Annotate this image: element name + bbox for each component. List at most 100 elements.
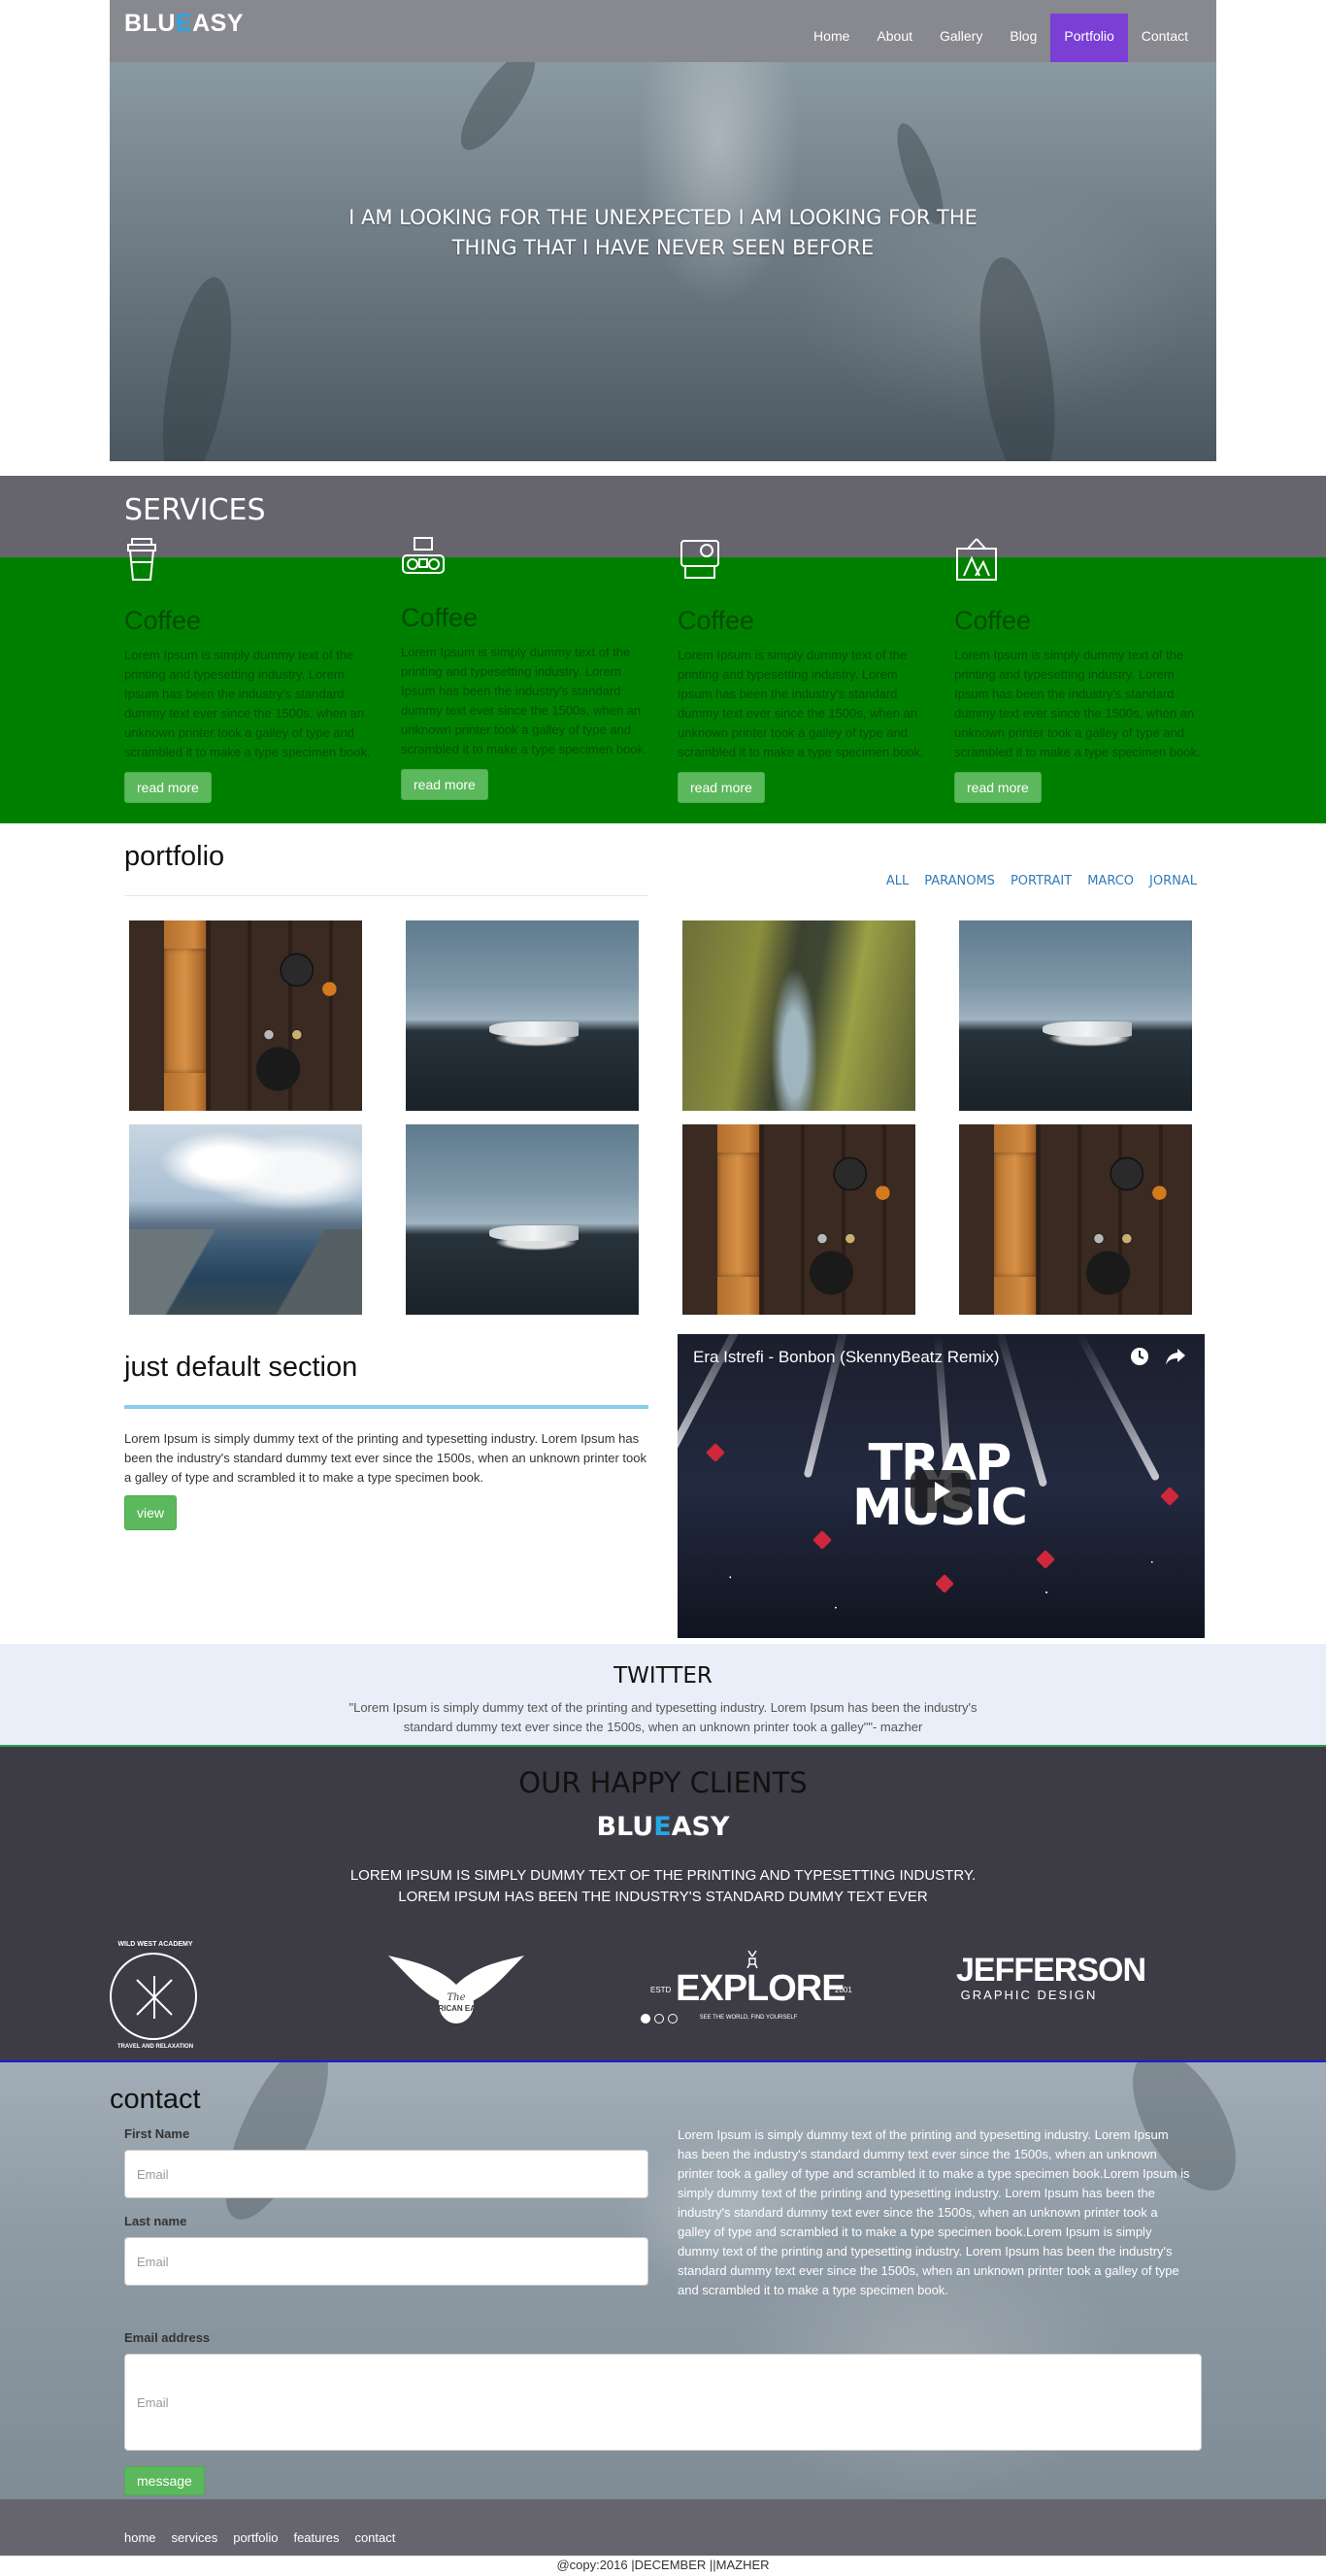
- eagle-text-name: AMERICAN EAGLE: [420, 2004, 492, 2013]
- service-text: Lorem Ipsum is simply dummy text of the …: [678, 648, 924, 759]
- video-jet: [1160, 1487, 1179, 1506]
- explore-wordmark: EXPLORE: [676, 1968, 846, 2009]
- share-arrow-icon[interactable]: [1164, 1346, 1187, 1367]
- footer-link-contact[interactable]: contact: [354, 2530, 395, 2545]
- nav-blog[interactable]: Blog: [996, 14, 1050, 62]
- video-embed[interactable]: Era Istrefi - Bonbon (SkennyBeatz Remix)…: [678, 1334, 1205, 1638]
- default-section-title: just default section: [124, 1352, 358, 1383]
- services-title: SERVICES: [124, 493, 266, 527]
- explore-year: 2001: [835, 1986, 852, 1994]
- hero-heading: I AM LOOKING FOR THE UNEXPECTED I AM LOO…: [110, 203, 1216, 263]
- filter-portrait[interactable]: PORTRAIT: [1011, 874, 1072, 888]
- explore-estd: ESTD: [650, 1986, 672, 1994]
- carousel-dot[interactable]: [641, 2014, 650, 2024]
- read-more-button[interactable]: read more: [954, 772, 1042, 803]
- picture-frame-icon: [956, 538, 997, 581]
- default-section-paragraph: Lorem Ipsum is simply dummy text of the …: [124, 1431, 646, 1485]
- clients-title: OUR HAPPY CLIENTS: [518, 1766, 808, 1799]
- default-section-text: Lorem Ipsum is simply dummy text of the …: [124, 1429, 648, 1530]
- nav-portfolio[interactable]: Portfolio: [1050, 14, 1128, 62]
- portfolio-image-food[interactable]: [682, 1124, 915, 1315]
- last-name-label: Last name: [124, 2214, 187, 2228]
- portfolio-image-food[interactable]: [129, 920, 362, 1111]
- nav-about[interactable]: About: [863, 14, 926, 62]
- play-button-icon[interactable]: [911, 1470, 971, 1513]
- eagle-wings-icon: [388, 1956, 524, 2024]
- wild-west-subtext: TRAVEL AND RELAXATION: [116, 2044, 194, 2050]
- read-more-button[interactable]: read more: [124, 772, 212, 803]
- explore-tagline: SEE THE WORLD, FIND YOURSELF: [699, 2015, 798, 2021]
- service-title: Coffee: [954, 606, 1032, 635]
- contact-title: contact: [110, 2084, 201, 2115]
- clients-logo: BLUEASY: [596, 1812, 730, 1842]
- portfolio-image-plane[interactable]: [406, 920, 639, 1111]
- service-card: Coffee Lorem Ipsum is simply dummy text …: [678, 537, 925, 803]
- portfolio-image-plane[interactable]: [406, 1124, 639, 1315]
- portfolio-filters: ALL PARANOMS PORTRAIT MARCO JORNAL: [886, 874, 1197, 888]
- contact-description: Lorem Ipsum is simply dummy text of the …: [678, 2127, 1190, 2297]
- view-button[interactable]: view: [124, 1495, 178, 1530]
- nav-home[interactable]: Home: [800, 14, 863, 62]
- jefferson-subtext: GRAPHIC DESIGN: [960, 1988, 1098, 2002]
- service-title: Coffee: [678, 606, 755, 635]
- service-card: Coffee Lorem Ipsum is simply dummy text …: [954, 537, 1202, 803]
- twitter-quote: "Lorem Ipsum is simply dummy text of the…: [348, 1700, 978, 1734]
- portfolio-image-fjord[interactable]: [129, 1124, 362, 1315]
- carousel-dot[interactable]: [668, 2014, 678, 2024]
- coffee-cup-icon: [127, 538, 156, 581]
- filter-marco[interactable]: MARCO: [1087, 874, 1134, 888]
- site-logo[interactable]: BLUEASY: [124, 10, 244, 38]
- polaroid-camera-icon: [680, 540, 719, 579]
- email-field[interactable]: Email: [124, 2354, 1202, 2451]
- carousel-dot[interactable]: [654, 2014, 664, 2024]
- portfolio-image-plane[interactable]: [959, 920, 1192, 1111]
- hero-wheat-decoration: [967, 252, 1068, 461]
- hero-banner: I AM LOOKING FOR THE UNEXPECTED I AM LOO…: [110, 62, 1216, 461]
- wild-west-academy-logo: WILD WEST ACADEMY TRAVEL AND RELAXATION: [110, 1941, 197, 2050]
- footer-link-features[interactable]: features: [293, 2530, 339, 2545]
- service-title: Coffee: [401, 603, 479, 632]
- carousel-dots: [641, 2014, 678, 2024]
- filter-paranoms[interactable]: PARANOMS: [924, 874, 995, 888]
- deer-icon: [746, 1951, 758, 1968]
- contact-wheat-decoration: [205, 2062, 348, 2233]
- service-text: Lorem Ipsum is simply dummy text of the …: [124, 648, 371, 759]
- filter-all[interactable]: ALL: [886, 874, 909, 888]
- service-text: Lorem Ipsum is simply dummy text of the …: [954, 648, 1201, 759]
- last-name-input[interactable]: Email: [124, 2237, 648, 2286]
- nav-contact[interactable]: Contact: [1128, 14, 1202, 62]
- watch-later-clock-icon[interactable]: [1129, 1346, 1150, 1367]
- video-jet: [706, 1443, 725, 1462]
- footer-link-home[interactable]: home: [124, 2530, 156, 2545]
- camera-icon: [402, 537, 445, 574]
- read-more-button[interactable]: read more: [678, 772, 765, 803]
- twitter-section: TWITTER "Lorem Ipsum is simply dummy tex…: [0, 1644, 1326, 1746]
- wild-west-text: WILD WEST ACADEMY: [117, 1941, 193, 1948]
- footer-link-portfolio[interactable]: portfolio: [233, 2530, 278, 2545]
- service-card: Coffee Lorem Ipsum is simply dummy text …: [124, 537, 372, 803]
- explore-logo: ESTD EXPLORE 2001 SEE THE WORLD, FIND YO…: [650, 1951, 854, 2028]
- hero-line-1: I AM LOOKING FOR THE UNEXPECTED I AM LOO…: [348, 206, 978, 229]
- footer: [0, 2499, 1326, 2556]
- footer-link-services[interactable]: services: [172, 2530, 218, 2545]
- portfolio-divider: [124, 895, 648, 896]
- video-title[interactable]: Era Istrefi - Bonbon (SkennyBeatz Remix): [693, 1348, 1000, 1367]
- jefferson-logo: JEFFERSON GRAPHIC DESIGN: [956, 1953, 1146, 2002]
- hero-wheat-decoration: [149, 272, 245, 461]
- american-eagle-logo: The AMERICAN EAGLE: [388, 1956, 524, 2043]
- clients-text: LOREM IPSUM IS SIMPLY DUMMY TEXT OF THE …: [349, 1867, 977, 1905]
- filter-jornal[interactable]: JORNAL: [1149, 874, 1197, 888]
- video-jet: [812, 1530, 832, 1550]
- portfolio-image-canyon[interactable]: [682, 920, 915, 1111]
- portfolio-image-food[interactable]: [959, 1124, 1192, 1315]
- crossed-arrows-icon: [136, 1976, 173, 2019]
- nav-gallery[interactable]: Gallery: [926, 14, 996, 62]
- top-navbar: BLUEASY Home About Gallery Blog Portfoli…: [110, 0, 1216, 62]
- message-button[interactable]: message: [124, 2466, 205, 2495]
- eagle-text-the: The: [447, 1992, 466, 2003]
- email-label: Email address: [124, 2330, 211, 2345]
- first-name-label: First Name: [124, 2126, 190, 2141]
- read-more-button[interactable]: read more: [401, 769, 488, 800]
- first-name-input[interactable]: Email: [124, 2150, 648, 2198]
- page: BLUEASY Home About Gallery Blog Portfoli…: [0, 0, 1326, 2576]
